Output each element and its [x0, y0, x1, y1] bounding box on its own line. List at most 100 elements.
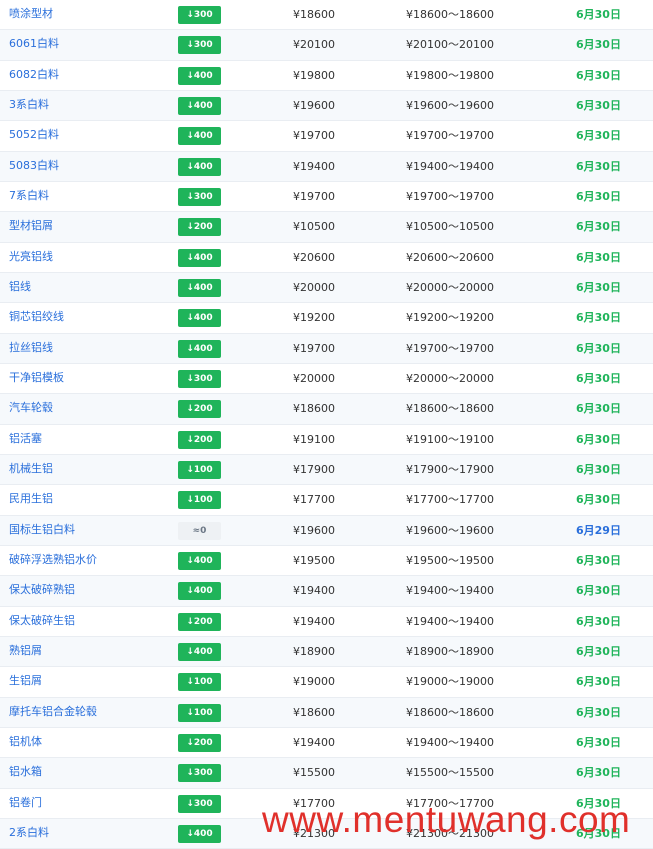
material-name-link[interactable]: 保太破碎熟铝: [9, 576, 75, 605]
change-badge: ↓200: [178, 218, 221, 237]
table-row: 5052白料 ↓400 ¥19700 ¥19700～19700 6月30日: [0, 121, 653, 152]
price-range: ¥19600～19600: [406, 98, 494, 112]
table-row: 铝线 ↓400 ¥20000 ¥20000～20000 6月30日: [0, 272, 653, 304]
material-name-link[interactable]: 5052白料: [9, 121, 59, 150]
average-price: ¥19400: [293, 614, 335, 628]
change-badge: ↓300: [178, 369, 221, 388]
change-badge: ↓400: [178, 278, 221, 297]
material-name-link[interactable]: 拉丝铝线: [9, 334, 53, 363]
average-price: ¥15500: [293, 766, 335, 780]
table-row: 汽车轮毂 ↓200 ¥18600 ¥18600～18600 6月30日: [0, 394, 653, 425]
price-range: ¥17700～17700: [406, 796, 494, 810]
price-table: 喷涂型材 ↓300 ¥18600 ¥18600～18600 6月30日 6061…: [0, 0, 653, 849]
material-name-link[interactable]: 汽车轮毂: [9, 394, 53, 423]
table-row: 熟铝屑 ↓400 ¥18900 ¥18900～18900 6月30日: [0, 636, 653, 668]
average-price: ¥18600: [293, 8, 335, 21]
price-range: ¥19600～19600: [406, 523, 494, 537]
update-date: 6月30日: [576, 220, 621, 234]
change-badge: ↓400: [178, 127, 221, 146]
material-name-link[interactable]: 生铝屑: [9, 667, 42, 696]
update-date: 6月30日: [576, 796, 621, 810]
update-date: 6月30日: [576, 129, 621, 143]
average-price: ¥20100: [293, 38, 335, 52]
material-name-link[interactable]: 干净铝模板: [9, 364, 64, 393]
update-date: 6月30日: [576, 766, 621, 780]
update-date: 6月30日: [576, 341, 621, 355]
change-badge: ↓100: [178, 460, 221, 479]
table-row: 6082白料 ↓400 ¥19800 ¥19800～19800 6月30日: [0, 61, 653, 91]
update-date: 6月30日: [576, 68, 621, 82]
price-range: ¥19100～19100: [406, 432, 494, 446]
change-badge: ↓200: [178, 733, 221, 752]
update-date: 6月30日: [576, 280, 621, 294]
material-name-link[interactable]: 铜芯铝绞线: [9, 303, 64, 332]
average-price: ¥19100: [293, 432, 335, 446]
change-badge: ↓200: [178, 430, 221, 449]
average-price: ¥18900: [293, 644, 335, 658]
material-name-link[interactable]: 3系白料: [9, 91, 49, 120]
update-date: 6月30日: [576, 8, 621, 21]
change-badge: ↓400: [178, 339, 221, 358]
change-badge: ↓300: [178, 764, 221, 783]
change-badge: ↓100: [178, 703, 221, 722]
update-date: 6月30日: [576, 38, 621, 52]
price-range: ¥18600～18600: [406, 705, 494, 719]
update-date: 6月30日: [576, 644, 621, 658]
change-badge: ↓400: [178, 824, 221, 843]
material-name-link[interactable]: 国标生铝白料: [9, 516, 75, 545]
table-row: 国标生铝白料 ≈0 ¥19600 ¥19600～19600 6月29日: [0, 515, 653, 546]
update-date: 6月30日: [576, 493, 621, 507]
update-date: 6月30日: [576, 584, 621, 598]
price-range: ¥20000～20000: [406, 280, 494, 294]
change-badge: ↓400: [178, 642, 221, 661]
table-row: 拉丝铝线 ↓400 ¥19700 ¥19700～19700 6月30日: [0, 333, 653, 364]
average-price: ¥19600: [293, 523, 335, 537]
material-name-link[interactable]: 铝水箱: [9, 758, 42, 787]
material-name-link[interactable]: 摩托车铝合金轮毂: [9, 698, 97, 727]
price-range: ¥19700～19700: [406, 189, 494, 203]
price-range: ¥19000～19000: [406, 675, 494, 689]
average-price: ¥19600: [293, 98, 335, 112]
change-badge: ↓400: [178, 96, 221, 115]
material-name-link[interactable]: 5083白料: [9, 152, 59, 181]
material-name-link[interactable]: 民用生铝: [9, 485, 53, 514]
table-row: 光亮铝线 ↓400 ¥20600 ¥20600～20600 6月30日: [0, 243, 653, 273]
price-range: ¥19700～19700: [406, 341, 494, 355]
update-date: 6月29日: [576, 523, 621, 537]
price-range: ¥20600～20600: [406, 250, 494, 264]
price-range: ¥19400～19400: [406, 159, 494, 173]
change-badge: ↓400: [178, 66, 221, 85]
change-badge: ↓200: [178, 400, 221, 419]
table-row: 铜芯铝绞线 ↓400 ¥19200 ¥19200～19200 6月30日: [0, 303, 653, 334]
material-name-link[interactable]: 保太破碎生铝: [9, 607, 75, 636]
table-row: 破碎浮选熟铝水价 ↓400 ¥19500 ¥19500～19500 6月30日: [0, 546, 653, 577]
material-name-link[interactable]: 铝卷门: [9, 789, 42, 818]
update-date: 6月30日: [576, 675, 621, 689]
change-badge: ↓100: [178, 491, 221, 510]
material-name-link[interactable]: 光亮铝线: [9, 243, 53, 272]
material-name-link[interactable]: 机械生铝: [9, 455, 53, 484]
material-name-link[interactable]: 熟铝屑: [9, 637, 42, 666]
change-badge: ↓300: [178, 794, 221, 813]
average-price: ¥17700: [293, 493, 335, 507]
material-name-link[interactable]: 铝活塞: [9, 425, 42, 454]
average-price: ¥19400: [293, 584, 335, 598]
material-name-link[interactable]: 型材铝屑: [9, 212, 53, 241]
update-date: 6月30日: [576, 98, 621, 112]
material-name-link[interactable]: 破碎浮选熟铝水价: [9, 546, 97, 575]
price-range: ¥20100～20100: [406, 38, 494, 52]
material-name-link[interactable]: 6061白料: [9, 30, 59, 59]
table-row: 摩托车铝合金轮毂 ↓100 ¥18600 ¥18600～18600 6月30日: [0, 697, 653, 728]
material-name-link[interactable]: 铝机体: [9, 728, 42, 757]
table-row: 6061白料 ↓300 ¥20100 ¥20100～20100 6月30日: [0, 30, 653, 61]
material-name-link[interactable]: 喷涂型材: [9, 0, 53, 29]
average-price: ¥19400: [293, 159, 335, 173]
average-price: ¥18600: [293, 705, 335, 719]
average-price: ¥17700: [293, 796, 335, 810]
material-name-link[interactable]: 铝线: [9, 273, 31, 302]
table-row: 5083白料 ↓400 ¥19400 ¥19400～19400 6月30日: [0, 151, 653, 182]
material-name-link[interactable]: 7系白料: [9, 182, 49, 211]
material-name-link[interactable]: 2系白料: [9, 819, 49, 848]
material-name-link[interactable]: 6082白料: [9, 61, 59, 90]
update-date: 6月30日: [576, 826, 621, 840]
